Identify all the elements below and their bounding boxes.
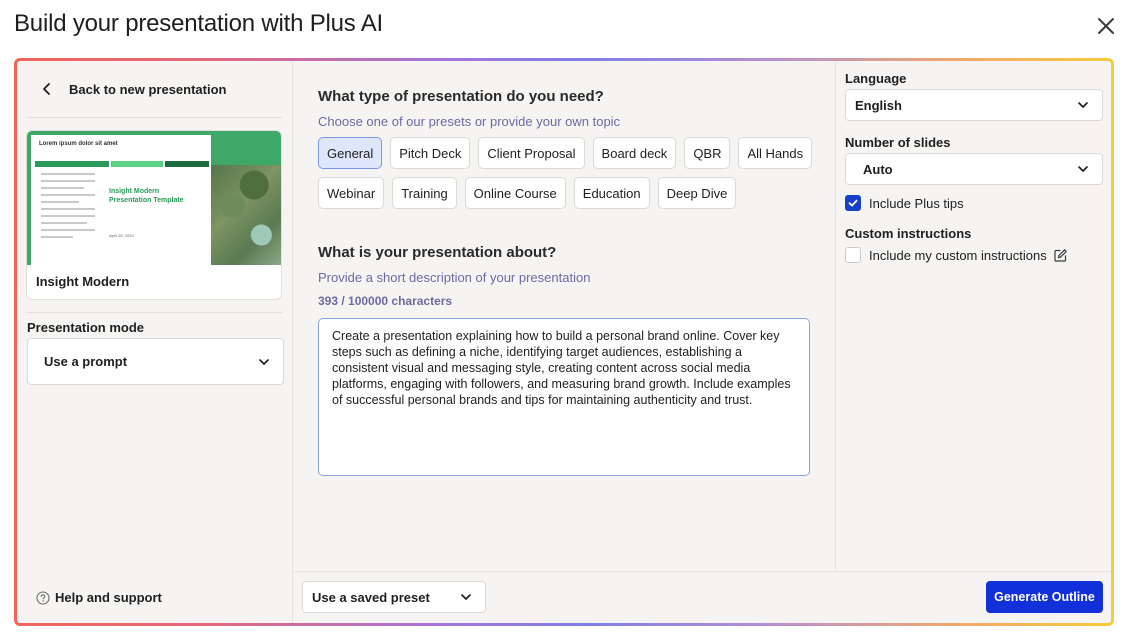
presentation-type-question: What type of presentation do you need? xyxy=(318,88,604,105)
slides-count-value: Auto xyxy=(863,161,893,177)
chevron-down-icon xyxy=(259,358,269,365)
custom-instructions-label: Custom instructions xyxy=(845,226,972,241)
chevron-down-icon xyxy=(1078,166,1088,172)
gradient-frame: Back to new presentation Lorem ipsum dol… xyxy=(14,58,1114,626)
language-label: Language xyxy=(845,71,907,86)
thumbnail-heading: Insight Modern Presentation Template xyxy=(109,188,184,204)
character-counter: 393 / 100000 characters xyxy=(318,294,453,308)
generate-outline-button[interactable]: Generate Outline xyxy=(986,581,1103,613)
slides-count-label: Number of slides xyxy=(845,135,951,150)
prompt-textarea[interactable] xyxy=(318,318,810,476)
checkmark-icon xyxy=(848,199,858,207)
presentation-about-question: What is your presentation about? xyxy=(318,244,557,261)
thumbnail-bar xyxy=(35,161,109,167)
dialog-footer: Use a saved preset Generate Outline xyxy=(294,571,1111,623)
theme-name: Insight Modern xyxy=(36,274,130,289)
chevron-down-icon xyxy=(1078,102,1088,108)
language-value: English xyxy=(855,97,902,113)
presentation-about-hint: Provide a short description of your pres… xyxy=(318,270,591,285)
include-custom-instructions-option[interactable]: Include my custom instructions xyxy=(845,247,1068,263)
landscape-image xyxy=(211,165,281,265)
center-panel: What type of presentation do you need? C… xyxy=(294,61,835,571)
thumbnail-bar xyxy=(165,161,209,167)
thumbnail-bar xyxy=(111,161,163,167)
thumbnail-date: April 28, 2024 xyxy=(109,233,134,238)
help-label: Help and support xyxy=(55,590,162,605)
slides-count-select[interactable]: Auto xyxy=(845,153,1103,185)
saved-preset-select[interactable]: Use a saved preset xyxy=(302,581,486,613)
dialog-body: Back to new presentation Lorem ipsum dol… xyxy=(17,61,1111,623)
preset-chip[interactable]: Training xyxy=(392,177,457,209)
divider xyxy=(27,312,282,313)
close-button[interactable] xyxy=(1094,14,1118,38)
edit-icon[interactable] xyxy=(1053,248,1068,263)
preset-chip[interactable]: Deep Dive xyxy=(657,177,737,209)
include-plus-tips-option[interactable]: Include Plus tips xyxy=(845,195,964,211)
preset-chip[interactable]: Education xyxy=(573,177,650,209)
presentation-type-hint: Choose one of our presets or provide you… xyxy=(318,114,621,129)
thumbnail-slide: Lorem ipsum dolor sit amet Insight Moder… xyxy=(31,135,211,265)
presentation-mode-label: Presentation mode xyxy=(27,320,145,335)
saved-preset-value: Use a saved preset xyxy=(312,589,430,605)
theme-thumbnail: Lorem ipsum dolor sit amet Insight Moder… xyxy=(27,131,281,265)
thumbnail-lines xyxy=(41,173,95,243)
preset-chip[interactable]: Pitch Deck xyxy=(390,137,471,169)
thumbnail-title: Lorem ipsum dolor sit amet xyxy=(39,141,118,147)
preset-chip[interactable]: Webinar xyxy=(318,177,385,209)
preset-chips: General Pitch Deck Client Proposal Board de… xyxy=(318,137,818,209)
preset-chip[interactable]: Board deck xyxy=(592,137,677,169)
preset-chip[interactable]: QBR xyxy=(684,137,731,169)
include-custom-instructions-checkbox[interactable] xyxy=(845,247,861,263)
close-icon[interactable] xyxy=(1097,17,1115,35)
include-custom-instructions-label: Include my custom instructions xyxy=(869,247,1047,263)
preset-chip[interactable]: General xyxy=(318,137,383,169)
help-and-support-link[interactable]: Help and support xyxy=(36,590,162,605)
presentation-mode-value: Use a prompt xyxy=(44,354,128,369)
presentation-mode-select[interactable]: Use a prompt xyxy=(27,338,284,385)
chevron-left-icon xyxy=(43,83,50,95)
include-plus-tips-checkbox[interactable] xyxy=(845,195,861,211)
preset-chip[interactable]: Online Course xyxy=(464,177,566,209)
dialog-title: Build your presentation with Plus AI xyxy=(14,10,384,37)
preset-chip[interactable]: Client Proposal xyxy=(478,137,585,169)
left-panel: Back to new presentation Lorem ipsum dol… xyxy=(17,61,293,623)
language-select[interactable]: English xyxy=(845,89,1103,121)
theme-card[interactable]: Lorem ipsum dolor sit amet Insight Moder… xyxy=(26,130,282,300)
back-to-new-presentation-link[interactable]: Back to new presentation xyxy=(27,81,226,97)
help-circle-icon xyxy=(36,590,50,605)
preset-chip[interactable]: All Hands xyxy=(738,137,813,169)
right-panel: Language English Number of slides Auto I… xyxy=(835,61,1111,571)
divider xyxy=(27,117,282,118)
include-plus-tips-label: Include Plus tips xyxy=(869,195,964,211)
chevron-down-icon xyxy=(461,594,471,600)
back-link-label: Back to new presentation xyxy=(69,81,227,97)
